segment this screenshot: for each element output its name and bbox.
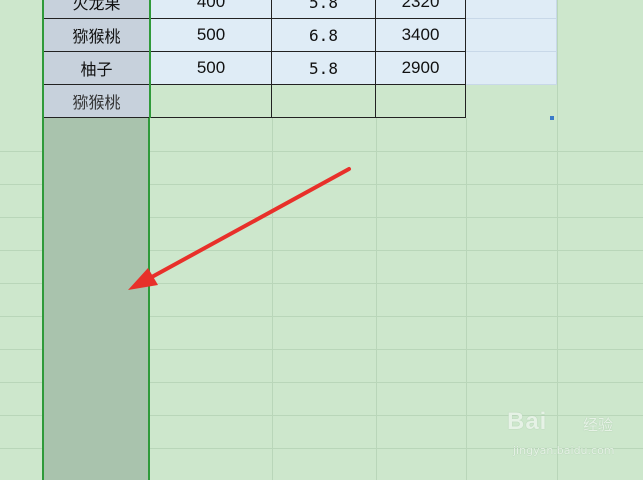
watermark-text: 经验 [583,416,614,434]
baidu-jingyan-watermark: Bai 经验 jingyan.baidu.com [507,408,635,468]
watermark-url: jingyan.baidu.com [513,444,615,457]
watermark-logo: Bai [507,408,548,435]
spreadsheet-grid[interactable]: 火龙果 400 5.8 2320 猕猴桃 500 6.8 3400 柚子 500… [0,0,643,480]
